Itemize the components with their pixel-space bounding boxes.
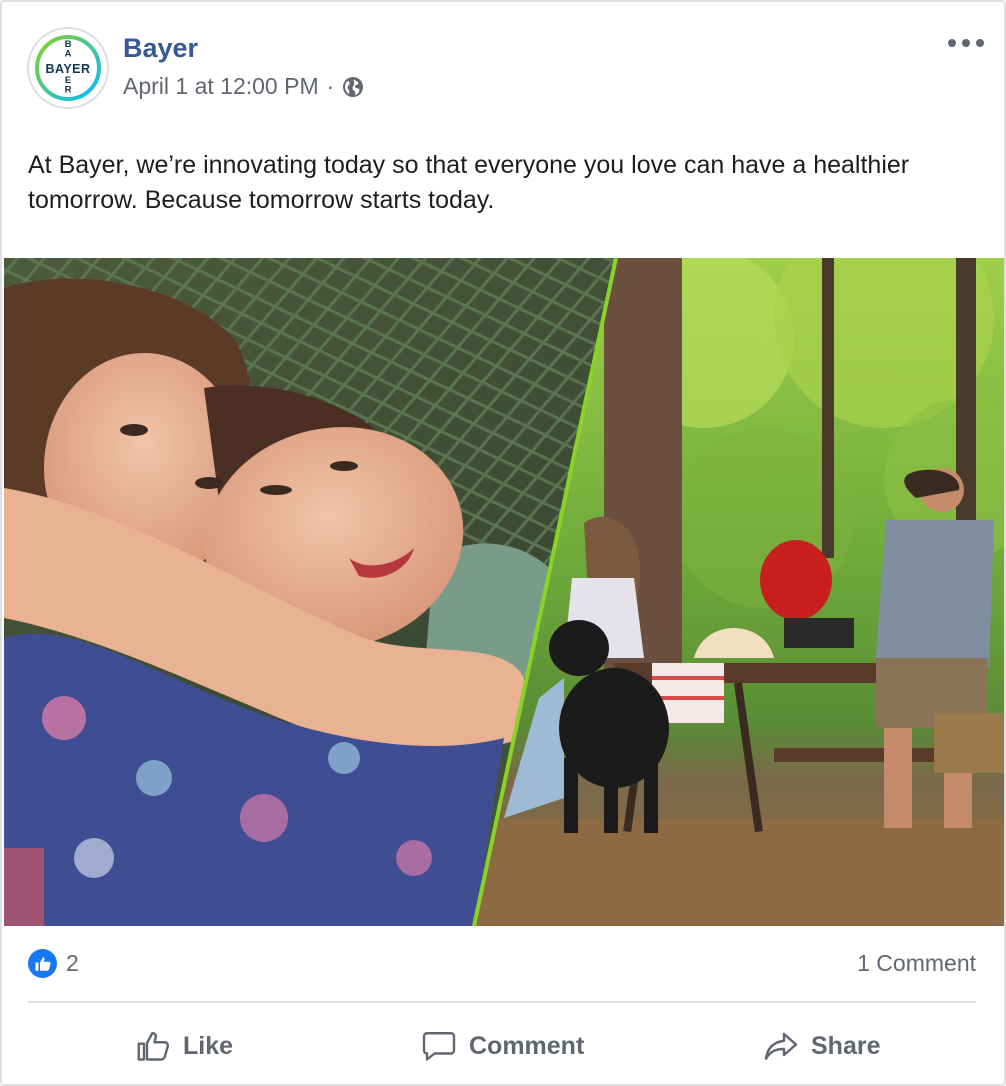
comment-button[interactable]: Comment	[421, 1022, 584, 1070]
like-count[interactable]: 2	[66, 950, 79, 977]
actions-divider	[28, 1001, 976, 1003]
svg-text:BAYER: BAYER	[45, 62, 90, 76]
comment-bubble-icon	[422, 1032, 456, 1061]
post-timestamp[interactable]: April 1 at 12:00 PM	[123, 73, 319, 100]
comment-label: Comment	[469, 1031, 585, 1060]
post-card: BAYER B A E R Bayer April 1 at 12:00 PM …	[0, 0, 1006, 1086]
like-button[interactable]: Like	[135, 1022, 233, 1070]
ellipsis-dot	[976, 39, 984, 47]
thumbs-up-icon	[35, 956, 51, 971]
globe-icon[interactable]	[341, 75, 365, 99]
share-button[interactable]: Share	[763, 1022, 880, 1070]
post-photo[interactable]	[4, 258, 1004, 926]
share-arrow-icon	[764, 1032, 798, 1060]
like-label: Like	[183, 1031, 234, 1060]
page-avatar[interactable]: BAYER B A E R	[27, 27, 109, 109]
comment-count-link[interactable]: 1 Comment	[857, 950, 976, 977]
photo-illustration	[4, 258, 1004, 926]
post-text: At Bayer, we’re innovating today so that…	[28, 151, 910, 214]
bayer-logo: BAYER B A E R	[35, 35, 101, 101]
post-meta: April 1 at 12:00 PM ·	[123, 73, 365, 100]
thumbs-up-outline-icon	[137, 1032, 170, 1061]
page-name-link[interactable]: Bayer	[123, 33, 198, 64]
share-label: Share	[811, 1031, 881, 1060]
ellipsis-dot	[962, 39, 970, 47]
more-options-button[interactable]	[948, 34, 984, 52]
svg-text:A: A	[65, 49, 72, 60]
ellipsis-dot	[948, 39, 956, 47]
like-reaction-badge[interactable]	[28, 949, 57, 978]
svg-text:R: R	[65, 85, 72, 96]
meta-separator: ·	[326, 73, 335, 99]
